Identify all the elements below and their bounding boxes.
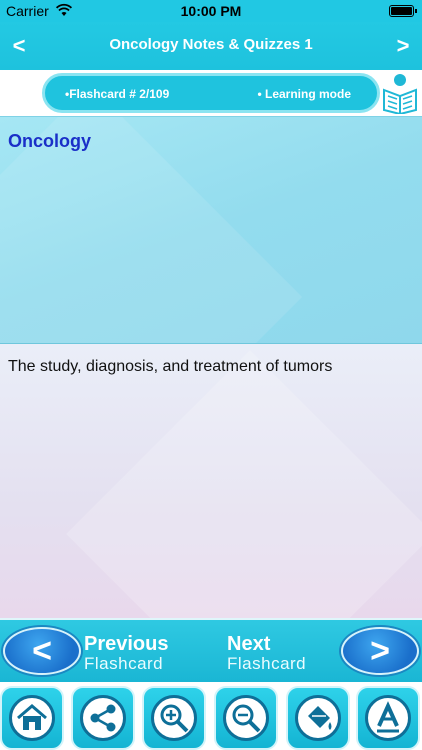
forward-chevron-icon[interactable]: >	[388, 33, 418, 59]
question-card[interactable]: Oncology	[0, 116, 422, 344]
share-icon	[90, 704, 116, 732]
paint-bucket-icon	[308, 706, 332, 730]
nav-bar: < Oncology Notes & Quizzes 1 >	[0, 22, 422, 70]
flashcard-navigation: < Previous Flashcard Next Flashcard >	[0, 618, 422, 682]
zoom-out-button[interactable]	[214, 686, 278, 750]
next-sublabel: Flashcard	[227, 654, 307, 673]
zoom-in-button[interactable]	[142, 686, 206, 750]
flashcard-info-pill: •Flashcard # 2/109 • Learning mode	[42, 73, 380, 113]
reader-icon	[383, 74, 417, 114]
info-strip: •Flashcard # 2/109 • Learning mode	[0, 70, 422, 116]
flashcard-counter: •Flashcard # 2/109	[65, 87, 170, 101]
status-bar: Carrier 10:00 PM	[0, 0, 422, 22]
next-flashcard-button[interactable]: Next Flashcard >	[217, 624, 422, 680]
battery-icon	[389, 5, 417, 17]
next-arrow-icon: >	[341, 627, 419, 675]
theme-color-button[interactable]	[286, 686, 350, 750]
zoom-out-icon	[232, 704, 261, 733]
home-button[interactable]	[0, 686, 64, 750]
previous-label: Previous	[84, 633, 169, 655]
page-title: Oncology Notes & Quizzes 1	[109, 36, 313, 53]
home-icon	[17, 704, 47, 730]
previous-arrow-icon: <	[3, 627, 81, 675]
question-text: Oncology	[8, 131, 92, 151]
answer-text: The study, diagnosis, and treatment of t…	[8, 358, 333, 375]
share-button[interactable]	[71, 686, 135, 750]
font-size-button[interactable]	[356, 686, 420, 750]
mode-label[interactable]: • Learning mode	[257, 87, 351, 101]
zoom-in-icon	[160, 704, 189, 733]
next-label: Next	[227, 633, 271, 655]
bottom-toolbar	[0, 682, 422, 750]
previous-flashcard-button[interactable]: < Previous Flashcard	[0, 624, 205, 680]
previous-sublabel: Flashcard	[84, 654, 164, 673]
font-icon	[377, 701, 399, 733]
status-time: 10:00 PM	[180, 3, 242, 19]
back-chevron-icon[interactable]: <	[4, 33, 34, 59]
answer-card[interactable]: The study, diagnosis, and treatment of t…	[0, 344, 422, 618]
